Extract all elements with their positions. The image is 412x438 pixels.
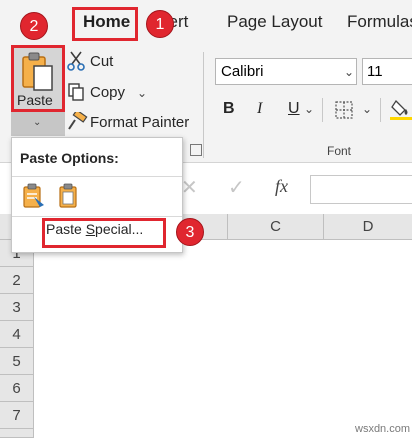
row-header[interactable]: 5: [0, 348, 34, 375]
paste-formatting-icon[interactable]: [22, 183, 46, 209]
font-name-chevron-icon[interactable]: ⌄: [344, 65, 354, 79]
cancel-icon[interactable]: ✕: [181, 175, 198, 200]
menu-divider: [12, 176, 182, 177]
menu-divider: [12, 216, 182, 217]
cut-button[interactable]: Cut: [90, 53, 113, 70]
underline-button[interactable]: U: [288, 100, 300, 118]
borders-chevron-icon[interactable]: ⌄: [362, 102, 372, 116]
paste-button-label: Paste: [17, 92, 53, 108]
step-badge-2: 2: [20, 12, 48, 40]
font-divider: [322, 98, 323, 122]
annotation-box-paste-special: [42, 218, 166, 248]
scissors-icon: [67, 51, 85, 71]
formula-input[interactable]: [310, 175, 412, 204]
row-header[interactable]: 3: [0, 294, 34, 321]
copy-icon: [68, 83, 84, 101]
bold-button[interactable]: B: [223, 100, 235, 118]
borders-icon[interactable]: [334, 100, 354, 120]
fill-color-icon[interactable]: [390, 98, 412, 120]
paste-clipboard-icon: [22, 52, 53, 91]
copy-button[interactable]: Copy: [90, 84, 125, 101]
font-group-label: Font: [327, 144, 352, 158]
tab-page-layout[interactable]: Page Layout: [227, 12, 322, 32]
paste-clipboard-option-icon[interactable]: [57, 183, 81, 209]
italic-button[interactable]: I: [257, 100, 262, 118]
chevron-down-icon: ⌄: [33, 117, 42, 128]
enter-check-icon[interactable]: ✓: [228, 175, 245, 200]
column-header-c[interactable]: C: [228, 214, 324, 240]
font-divider-2: [380, 98, 381, 122]
format-painter-button[interactable]: Format Painter: [90, 114, 189, 131]
row-header[interactable]: 2: [0, 267, 34, 294]
copy-dropdown-chevron-icon[interactable]: ⌄: [137, 86, 147, 100]
step-badge-3: 3: [176, 218, 204, 246]
font-name-input[interactable]: Calibri: [215, 58, 357, 85]
insert-function-icon[interactable]: fx: [275, 176, 288, 197]
column-header-d[interactable]: D: [324, 214, 412, 240]
font-size-input[interactable]: 11: [362, 58, 412, 85]
tab-formulas[interactable]: Formulas: [347, 12, 412, 32]
ribbon-group-divider: [203, 52, 204, 158]
watermark: wsxdn.com: [355, 423, 411, 435]
row-header[interactable]: 6: [0, 375, 34, 402]
row-header[interactable]: 4: [0, 321, 34, 348]
paste-options-title: Paste Options:: [20, 150, 119, 166]
row-header[interactable]: [0, 429, 34, 438]
annotation-box-home: [72, 7, 138, 41]
underline-chevron-icon[interactable]: ⌄: [304, 102, 314, 116]
worksheet-cells[interactable]: [34, 240, 412, 438]
step-badge-1: 1: [146, 10, 174, 38]
format-painter-icon: [68, 112, 88, 130]
row-header[interactable]: 7: [0, 402, 34, 429]
clipboard-dialog-launcher-icon[interactable]: [190, 144, 202, 156]
ribbon-tab-bar: Home sert Page Layout Formulas 1: [0, 0, 412, 46]
paste-dropdown-arrow[interactable]: ⌄: [11, 112, 65, 136]
